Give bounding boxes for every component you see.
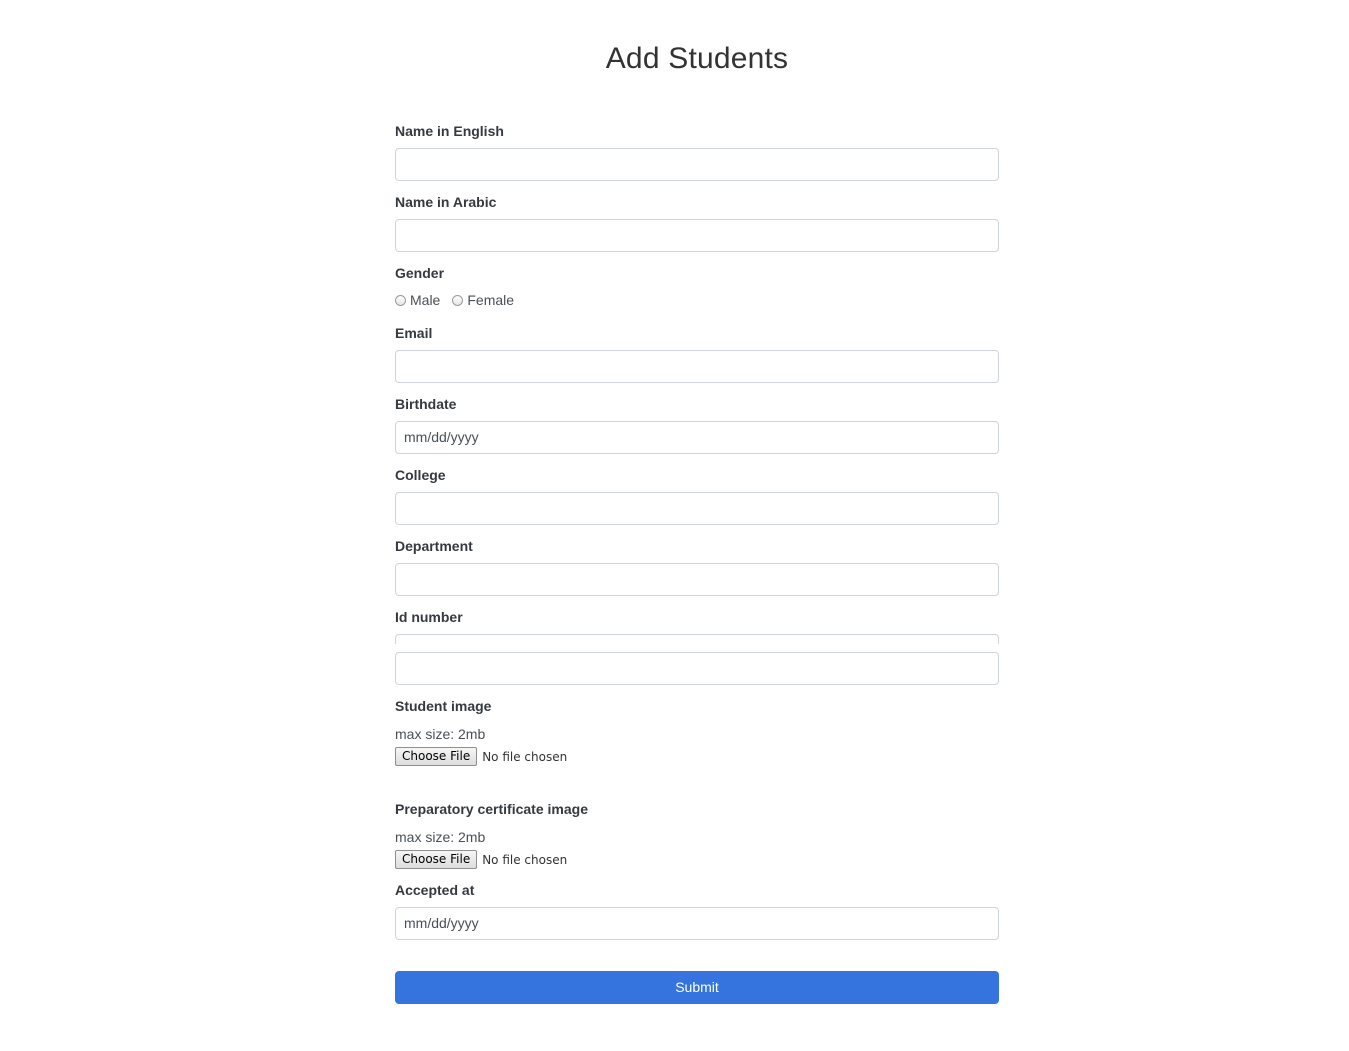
prep-cert-image-hint: max size: 2mb bbox=[395, 829, 486, 845]
college-label: College bbox=[395, 467, 446, 483]
add-students-page: Add Students Name in English Name in Ara… bbox=[0, 0, 1349, 1051]
college-input[interactable] bbox=[395, 492, 999, 525]
gender-male-radio[interactable] bbox=[395, 294, 406, 306]
student-image-file-input[interactable]: Choose File No file chosen bbox=[395, 747, 567, 766]
id-number-overlay-input bbox=[395, 634, 999, 644]
name-english-input[interactable] bbox=[395, 148, 999, 181]
gender-female-label[interactable]: Female bbox=[467, 292, 514, 308]
email-label: Email bbox=[395, 325, 433, 341]
student-image-file-status: No file chosen bbox=[482, 749, 568, 764]
department-input[interactable] bbox=[395, 563, 999, 596]
prep-cert-image-file-input[interactable]: Choose File No file chosen bbox=[395, 850, 567, 869]
accepted-at-label: Accepted at bbox=[395, 882, 475, 898]
prep-cert-image-label: Preparatory certificate image bbox=[395, 801, 588, 817]
birthdate-label: Birthdate bbox=[395, 396, 457, 412]
student-image-label: Student image bbox=[395, 698, 492, 714]
gender-radio-group: Male Female bbox=[395, 292, 526, 308]
name-arabic-label: Name in Arabic bbox=[395, 194, 497, 210]
gender-label: Gender bbox=[395, 265, 445, 281]
id-number-input[interactable] bbox=[395, 652, 999, 685]
submit-button[interactable]: Submit bbox=[395, 971, 999, 1004]
prep-cert-image-choose-button[interactable]: Choose File bbox=[395, 850, 478, 869]
email-input[interactable] bbox=[395, 350, 999, 383]
page-title: Add Students bbox=[605, 42, 789, 75]
student-image-choose-button[interactable]: Choose File bbox=[395, 747, 478, 766]
student-image-hint: max size: 2mb bbox=[395, 726, 486, 742]
department-label: Department bbox=[395, 538, 473, 554]
gender-male-label[interactable]: Male bbox=[410, 292, 440, 308]
gender-female-radio[interactable] bbox=[452, 294, 464, 306]
name-arabic-input[interactable] bbox=[395, 219, 999, 252]
accepted-at-input[interactable]: mm/dd/yyyy bbox=[395, 907, 999, 940]
prep-cert-image-file-status: No file chosen bbox=[482, 852, 568, 867]
name-english-label: Name in English bbox=[395, 123, 504, 139]
birthdate-input[interactable]: mm/dd/yyyy bbox=[395, 421, 999, 454]
id-number-label: Id number bbox=[395, 609, 463, 625]
